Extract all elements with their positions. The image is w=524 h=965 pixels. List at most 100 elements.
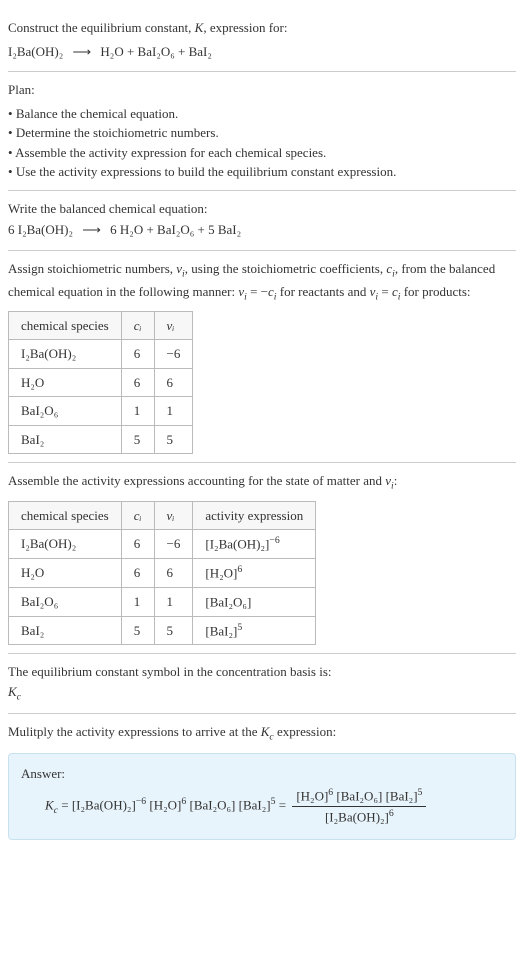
table-row: H₂O66 [9,368,193,397]
balanced-section: Write the balanced chemical equation: 6 … [8,191,516,251]
assign-text-b: , using the stoichiometric coefficients, [185,261,387,276]
col-species: chemical species [9,501,122,530]
nui-label: νᵢ [167,318,175,333]
act-exp: −6 [269,535,279,546]
table-header-row: chemical species cᵢ νᵢ [9,311,193,340]
cell-nui: 5 [154,616,193,645]
cell-species: BaI₂O₆ [9,587,122,616]
num-c-base: [BaI₂] [386,788,418,803]
plan-item: Use the activity expressions to build th… [8,162,516,182]
ans-t3-base: [BaI₂O₆] [190,797,236,812]
answer-label: Answer: [21,764,503,784]
cell-nui: −6 [154,530,193,559]
assign-text-d: for reactants and [277,284,370,299]
fraction-numerator: [H₂O]6 [BaI₂O₆] [BaI₂]5 [292,786,426,807]
cell-species: H₂O [9,558,122,587]
cell-species: BaI₂ [9,616,122,645]
intro-text-b: , expression for: [203,20,287,35]
cell-activity: [I₂Ba(OH)₂]−6 [193,530,316,559]
cell-ci: 5 [121,616,154,645]
table-row: H₂O 6 6 [H₂O]6 [9,558,316,587]
ans-t4-base: [BaI₂] [239,797,271,812]
col-nui: νᵢ [154,501,193,530]
assign-text-a: Assign stoichiometric numbers, [8,261,176,276]
assemble-section: Assemble the activity expressions accoun… [8,463,516,654]
kc-symbol-text: The equilibrium constant symbol in the c… [8,662,516,682]
act-base: [BaI₂O₆] [205,594,251,609]
cell-activity: [H₂O]6 [193,558,316,587]
ans-eq: = [58,797,72,812]
fraction-denominator: [I₂Ba(OH)₂]6 [292,807,426,827]
cell-activity: [BaI₂]5 [193,616,316,645]
balanced-rhs: 6 H₂O + BaI₂O₆ + 5 BaI₂ [110,222,241,237]
cell-ci: 6 [121,558,154,587]
plan-item: Assemble the activity expression for eac… [8,143,516,163]
table-row: BaI₂55 [9,425,193,454]
num-a-base: [H₂O] [296,788,328,803]
cell-nui: 1 [154,587,193,616]
plan-item: Balance the chemical equation. [8,104,516,124]
cell-activity: [BaI₂O₆] [193,587,316,616]
ci-label: cᵢ [134,318,142,333]
col-ci: cᵢ [121,311,154,340]
answer-equation: Kc = [I₂Ba(OH)₂]−6 [H₂O]6 [BaI₂O₆] [BaI₂… [45,784,503,829]
assemble-text-b: : [394,473,398,488]
kc-sub: c [17,692,21,703]
cell-nui: 6 [154,558,193,587]
cell-ci: 6 [121,340,154,369]
ans-eq2: = [275,797,289,812]
table-row: I₂Ba(OH)₂6−6 [9,340,193,369]
stoich-table-1: chemical species cᵢ νᵢ I₂Ba(OH)₂6−6 H₂O6… [8,311,193,455]
table-row: BaI₂O₆ 1 1 [BaI₂O₆] [9,587,316,616]
cell-species: I₂Ba(OH)₂ [9,340,122,369]
num-a-exp: 6 [328,787,333,798]
table-row: BaI₂ 5 5 [BaI₂]5 [9,616,316,645]
ans-t2-base: [H₂O] [149,797,181,812]
cell-ci: 6 [121,368,154,397]
intro-section: Construct the equilibrium constant, K, e… [8,8,516,72]
cell-species: BaI₂ [9,425,122,454]
table-row: BaI₂O₆11 [9,397,193,426]
balanced-title: Write the balanced chemical equation: [8,199,516,219]
cell-species: BaI₂O₆ [9,397,122,426]
kc-K: K [8,684,17,699]
cell-ci: 6 [121,530,154,559]
assemble-text-a: Assemble the activity expressions accoun… [8,473,385,488]
reaction-arrow: ⟶ [76,222,107,237]
cell-nui: 5 [154,425,193,454]
balanced-lhs: 6 I₂Ba(OH)₂ [8,222,73,237]
multiply-text-a: Mulitply the activity expressions to arr… [8,724,261,739]
act-exp: 6 [237,564,242,575]
ans-t2-exp: 6 [181,796,186,807]
col-ci: cᵢ [121,501,154,530]
cell-ci: 5 [121,425,154,454]
cell-species: I₂Ba(OH)₂ [9,530,122,559]
multiply-text-b: expression: [274,724,336,739]
act-base: [BaI₂] [205,623,237,638]
multiply-section: Mulitply the activity expressions to arr… [8,714,516,847]
reaction-arrow: ⟶ [67,44,98,59]
assign-section: Assign stoichiometric numbers, νi, using… [8,251,516,464]
rel-eq: = − [247,284,268,299]
table-row: I₂Ba(OH)₂ 6 −6 [I₂Ba(OH)₂]−6 [9,530,316,559]
cell-ci: 1 [121,587,154,616]
rel2-eq: = [378,284,392,299]
answer-box: Answer: Kc = [I₂Ba(OH)₂]−6 [H₂O]6 [BaI₂O… [8,753,516,839]
plan-title: Plan: [8,80,516,100]
col-nui: νᵢ [154,311,193,340]
ans-t1-base: [I₂Ba(OH)₂] [72,797,136,812]
plan-list: Balance the chemical equation. Determine… [8,104,516,182]
num-b-base: [BaI₂O₆] [336,788,382,803]
ci-label: cᵢ [134,508,142,523]
den-base: [I₂Ba(OH)₂] [325,809,389,824]
assign-text-e: for products: [400,284,470,299]
cell-nui: 6 [154,368,193,397]
col-species: chemical species [9,311,122,340]
col-activity: activity expression [193,501,316,530]
kc-symbol-section: The equilibrium constant symbol in the c… [8,654,516,714]
intro-text-a: Construct the equilibrium constant, [8,20,195,35]
num-c-exp: 5 [418,787,423,798]
act-exp: 5 [237,622,242,633]
table-header-row: chemical species cᵢ νᵢ activity expressi… [9,501,316,530]
act-base: [H₂O] [205,565,237,580]
